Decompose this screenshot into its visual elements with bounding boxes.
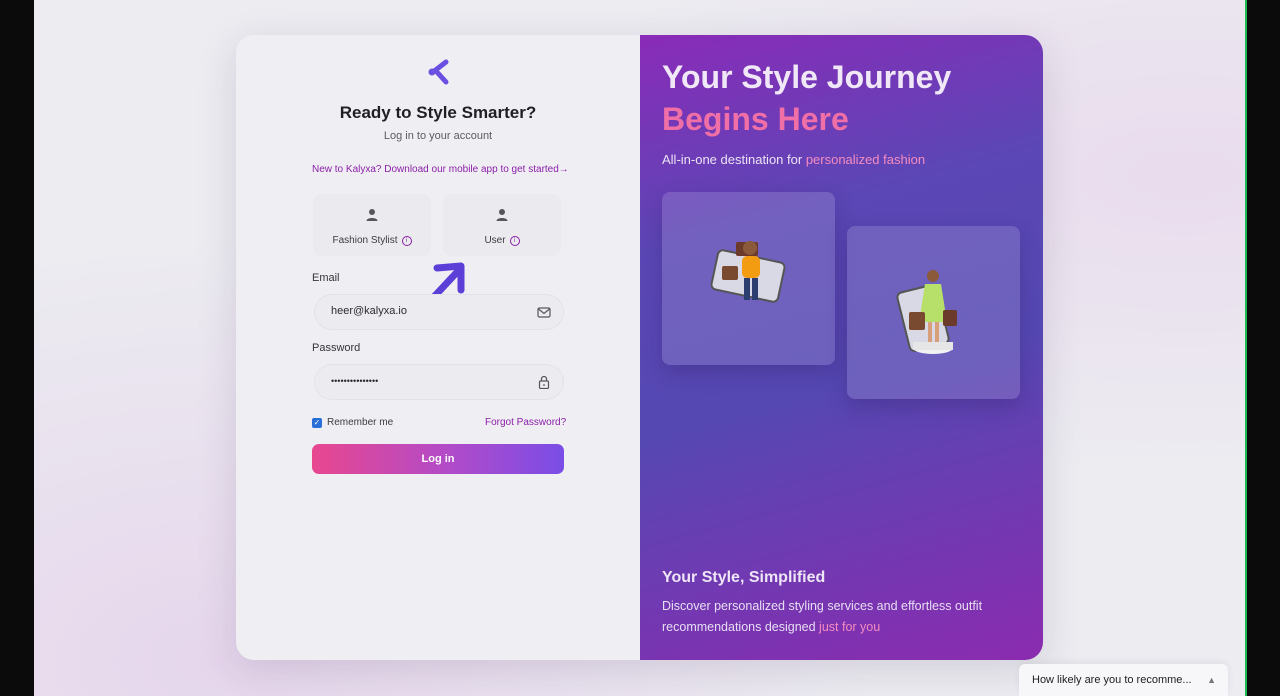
fashion-illustration-1: [662, 192, 835, 365]
survey-label: How likely are you to recomme...: [1032, 674, 1192, 686]
role-user-button[interactable]: User i: [444, 195, 560, 255]
screen-edge: [1245, 0, 1280, 696]
features-description: Discover personalized styling services a…: [662, 599, 983, 634]
promo-panel: Your Style Journey Begins Here All-in-on…: [640, 35, 1043, 660]
lock-icon: [538, 375, 550, 389]
person-icon: [366, 209, 378, 221]
download-app-link[interactable]: New to Kalyxa? Download our mobile app t…: [312, 164, 569, 175]
role-fashion-stylist-button[interactable]: Fashion Stylist i: [314, 195, 430, 255]
shopper-standing-illustration: [896, 270, 957, 354]
role-label: Fashion Stylist: [332, 235, 398, 246]
info-icon[interactable]: i: [509, 236, 520, 246]
forgot-password-link[interactable]: Forgot Password?: [485, 417, 566, 428]
info-icon[interactable]: i: [401, 236, 412, 246]
features-highlight: just for you: [819, 620, 881, 634]
login-panel: Ready to Style Smarter? Log in to your a…: [236, 35, 640, 660]
page-background: Ready to Style Smarter? Log in to your a…: [34, 0, 1245, 696]
login-card: Ready to Style Smarter? Log in to your a…: [236, 35, 1043, 660]
hero-tagline: All-in-one destination for personalized …: [662, 152, 926, 167]
remember-me[interactable]: ✓ Remember me: [312, 417, 393, 428]
login-button[interactable]: Log in: [312, 444, 564, 474]
shopper-jumping-illustration: [710, 241, 786, 303]
page-subtitle: Log in to your account: [383, 130, 493, 142]
password-field[interactable]: •••••••••••••••: [314, 364, 564, 400]
remember-checkbox[interactable]: ✓: [312, 417, 322, 428]
caret-up-icon[interactable]: ▲: [1207, 664, 1216, 696]
email-label: Email: [312, 272, 340, 284]
password-value: •••••••••••••••: [331, 376, 379, 386]
page-title: Ready to Style Smarter?: [339, 103, 537, 122]
features-title: Your Style, Simplified: [662, 569, 826, 586]
role-label: User: [484, 235, 506, 246]
password-label: Password: [312, 342, 361, 354]
kalyxa-logo-icon: [428, 59, 449, 85]
tagline-highlight: personalized fashion: [805, 152, 926, 167]
remember-label: Remember me: [327, 417, 394, 428]
email-value: heer@kalyxa.io: [331, 305, 407, 317]
hero-heading-line2: Begins Here: [662, 101, 849, 137]
hero-heading-line1: Your Style Journey: [662, 59, 952, 95]
fashion-illustration-2: [847, 226, 1020, 399]
survey-widget[interactable]: How likely are you to recomme... ▲: [1019, 664, 1228, 696]
person-icon: [496, 209, 508, 221]
email-field[interactable]: heer@kalyxa.io: [314, 294, 564, 330]
mail-icon: [537, 307, 551, 318]
